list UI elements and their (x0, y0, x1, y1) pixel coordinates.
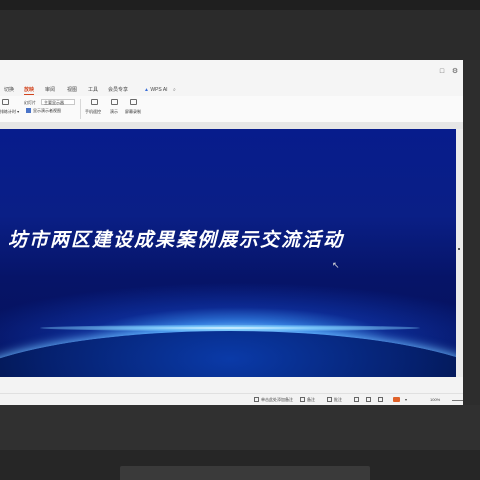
slide-title[interactable]: 坊市两区建设成果案例展示交流活动 (8, 225, 448, 252)
tab-review[interactable]: 审阅 (45, 85, 55, 95)
mouse-cursor-icon: ↖ (332, 260, 340, 270)
phone-remote-label[interactable]: 手机遥控 (85, 109, 101, 114)
tab-wps-ai-label: WPS AI (150, 87, 168, 93)
earth-graphic (0, 331, 456, 377)
play-slideshow-icon[interactable] (393, 397, 400, 402)
search-icon[interactable]: ⌕ (173, 85, 176, 95)
slideshow-ribbon: 排练计时 ▾ 幻灯片 主要显示器 显示演示者视图 手机遥控 演示 屏幕录制 (0, 96, 463, 123)
comments-icon (327, 397, 332, 402)
notes-view-icon (300, 397, 305, 402)
notes-icon (254, 397, 259, 402)
window-restore-icon[interactable]: □ (438, 68, 446, 75)
monitor-label: 幻灯片 (24, 100, 36, 105)
zoom-level[interactable]: 100% (430, 396, 440, 403)
tab-member[interactable]: 会员专享 (108, 85, 128, 95)
monitor-stand (120, 466, 370, 480)
presenter-view-label: 显示演示者视图 (33, 108, 61, 113)
comments-button[interactable]: 批注 (334, 396, 342, 403)
settings-icon[interactable]: ⚙ (451, 68, 459, 75)
zoom-slider[interactable] (452, 400, 463, 401)
tab-view[interactable]: 视图 (67, 85, 77, 95)
reading-view-icon[interactable] (378, 397, 383, 402)
vertical-scrollbar[interactable] (456, 129, 463, 377)
screen-record-icon[interactable] (130, 99, 137, 105)
status-bar: 单击此处添加备注 备注 批注 ▾ 100% (0, 393, 463, 405)
notes-view-button[interactable]: 备注 (307, 396, 315, 403)
rehearse-icon[interactable] (2, 99, 9, 105)
slide-sorter-icon[interactable] (366, 397, 371, 402)
play-dropdown-icon[interactable]: ▾ (405, 396, 407, 403)
tab-tools[interactable]: 工具 (88, 85, 98, 95)
ribbon-separator (80, 99, 81, 119)
horizon-glow (40, 325, 420, 331)
notes-toggle[interactable]: 单击此处添加备注 (261, 396, 293, 403)
tab-slideshow[interactable]: 放映 (24, 85, 35, 95)
monitor-bezel-right (463, 60, 480, 405)
wps-presentation-window: □ ⚙ 切换 放映 审阅 视图 工具 会员专享 ▲ WPS AI ⌕ 排练计时 … (0, 60, 463, 405)
ribbon-tabs: 切换 放映 审阅 视图 工具 会员专享 ▲ WPS AI ⌕ (0, 84, 463, 96)
phone-remote-icon[interactable] (91, 99, 98, 105)
rehearse-label[interactable]: 排练计时 ▾ (0, 109, 19, 114)
present-label[interactable]: 演示 (110, 109, 118, 114)
slide-canvas[interactable]: 坊市两区建设成果案例展示交流活动 ↖ (0, 129, 456, 377)
title-bar: □ ⚙ (0, 60, 463, 84)
tab-transitions[interactable]: 切换 (4, 85, 14, 95)
tab-wps-ai[interactable]: ▲ WPS AI (144, 85, 168, 95)
present-icon[interactable] (111, 99, 118, 105)
monitor-select[interactable]: 主要显示器 (41, 99, 75, 105)
ai-icon: ▲ (144, 87, 149, 93)
monitor-bezel-top (0, 0, 480, 10)
normal-view-icon[interactable] (354, 397, 359, 402)
screen-record-label[interactable]: 屏幕录制 (125, 109, 141, 114)
presenter-view-checkbox[interactable] (26, 108, 31, 113)
scroll-marker (458, 248, 460, 250)
